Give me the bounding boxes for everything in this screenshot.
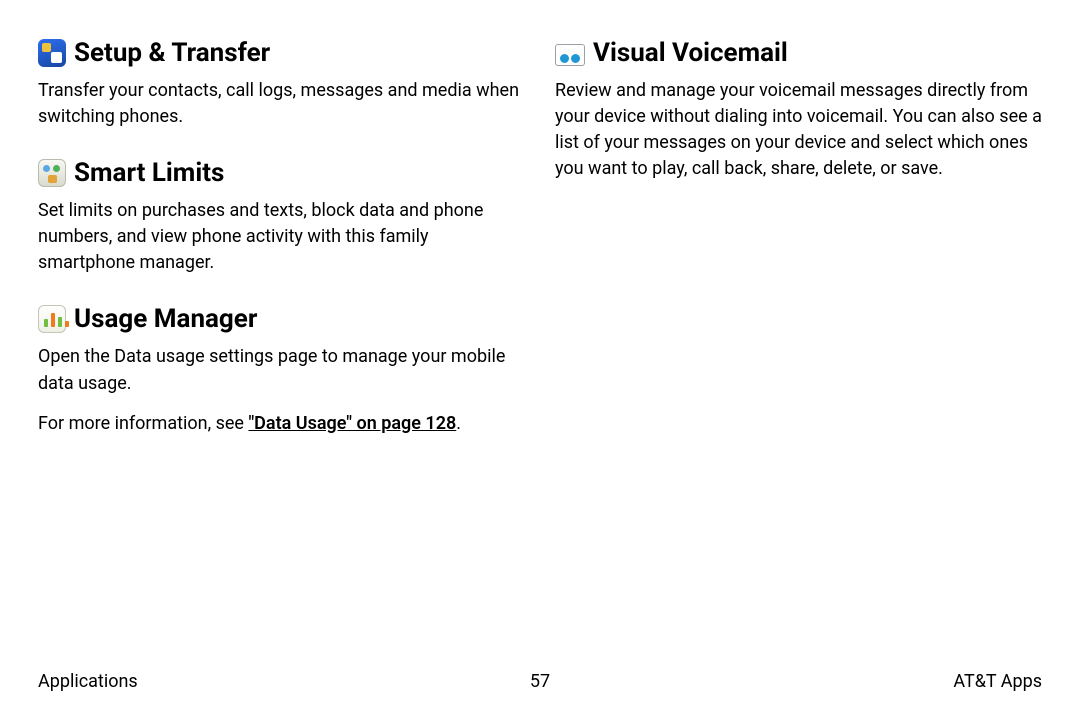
body-text-with-link: For more information, see "Data Usage" o… [38,411,525,437]
body-text: Review and manage your voicemail message… [555,78,1042,182]
setup-transfer-icon [38,39,66,67]
section-smart-limits: Smart Limits Set limits on purchases and… [38,158,525,276]
section-header: Usage Manager [38,304,525,334]
data-usage-link[interactable]: "Data Usage" on page 128 [248,413,456,434]
section-body: Transfer your contacts, call logs, messa… [38,78,525,130]
usage-manager-icon [38,305,66,333]
section-header: Visual Voicemail [555,38,1042,68]
section-setup-transfer: Setup & Transfer Transfer your contacts,… [38,38,525,130]
section-title: Setup & Transfer [74,38,270,68]
footer-right: AT&T Apps [953,671,1042,692]
section-title: Smart Limits [74,158,224,188]
body-text: Open the Data usage settings page to man… [38,344,525,396]
link-suffix: . [456,413,461,434]
left-column: Setup & Transfer Transfer your contacts,… [38,38,525,465]
section-header: Smart Limits [38,158,525,188]
section-usage-manager: Usage Manager Open the Data usage settin… [38,304,525,436]
footer-left: Applications [38,671,138,692]
section-title: Usage Manager [74,304,257,334]
section-body: Open the Data usage settings page to man… [38,344,525,436]
visual-voicemail-icon [555,44,585,66]
section-title: Visual Voicemail [593,38,788,68]
body-text: Transfer your contacts, call logs, messa… [38,78,525,130]
page-footer: Applications 57 AT&T Apps [38,671,1042,692]
body-text: Set limits on purchases and texts, block… [38,198,525,276]
right-column: Visual Voicemail Review and manage your … [555,38,1042,465]
smart-limits-icon [38,159,66,187]
footer-page-number: 57 [530,671,550,692]
content-columns: Setup & Transfer Transfer your contacts,… [38,38,1042,465]
section-visual-voicemail: Visual Voicemail Review and manage your … [555,38,1042,182]
link-prefix: For more information, see [38,413,248,434]
section-body: Set limits on purchases and texts, block… [38,198,525,276]
section-header: Setup & Transfer [38,38,525,68]
section-body: Review and manage your voicemail message… [555,78,1042,182]
